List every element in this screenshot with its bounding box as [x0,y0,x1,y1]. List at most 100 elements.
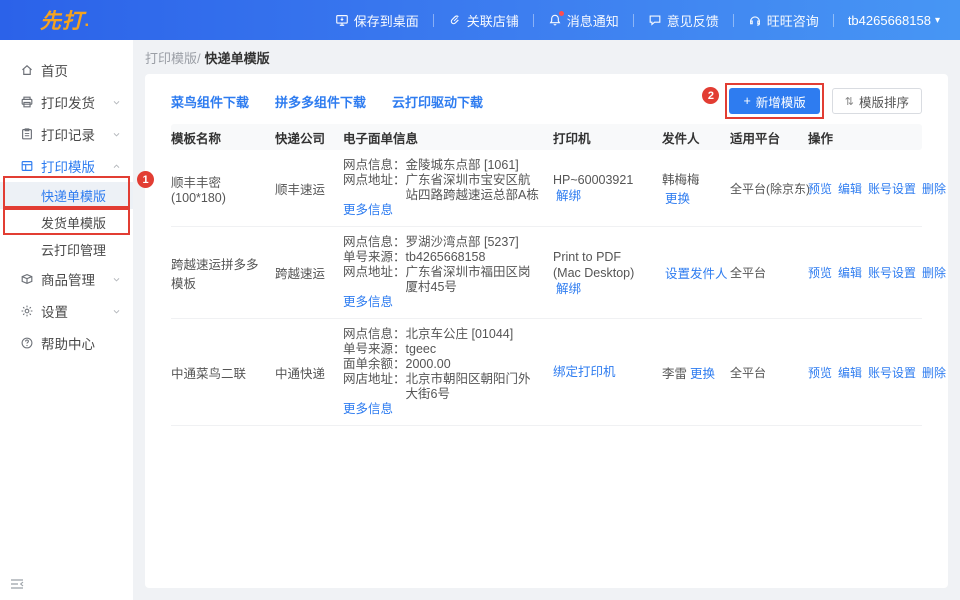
printer-name: Print to PDF (Mac Desktop) [553,250,634,280]
link-shop-label: 关联店铺 [467,11,519,30]
account-settings-link[interactable]: 账号设置 [868,180,916,197]
sidebar-item-settings[interactable]: 设置 [0,295,133,327]
more-info-link[interactable]: 更多信息 [343,295,393,309]
waybill-label: 单号来源： [343,342,406,357]
change-sender-link[interactable]: 更换 [665,192,690,206]
feedback-label: 意见反馈 [667,11,719,30]
col-actions: 操作 [808,128,922,147]
sidebar-item-print-records[interactable]: 打印记录 [0,118,133,150]
sort-templates-label: 模版排序 [859,92,909,111]
waybill-value: 广东省深圳市福田区岗厦村45号 [406,265,543,295]
waybill-value: 北京市朝阳区朝阳门外大街6号 [406,372,543,402]
sidebar-label-home: 首页 [41,60,123,80]
breadcrumb: 打印模版/ 快递单模版 [145,40,948,74]
actions-cell: 预览 编辑 账号设置 删除 [808,364,922,381]
sidebar-label-express-template: 快递单模版 [41,186,106,205]
set-sender-link[interactable]: 设置发件人 [665,267,728,281]
delete-link[interactable]: 删除 [922,364,946,381]
sidebar-item-print-ship[interactable]: 打印发货 [0,86,133,118]
bind-printer-link[interactable]: 绑定打印机 [553,365,616,379]
cloud-print-driver-link[interactable]: 云打印驱动下载 [392,92,483,111]
app-logo[interactable]: 先打 ▪ [40,5,90,35]
platform-cell: 全平台 [730,364,808,381]
waybill-label: 网点信息： [343,158,406,173]
sidebar-item-cloud-print[interactable]: 云打印管理 [0,236,133,263]
waybill-label: 网点信息： [343,327,406,342]
table-row: 跨越速运拼多多模板 跨越速运 网点信息：罗湖沙湾点部 [5237] 单号来源：t… [171,227,922,319]
topbar: 先打 ▪ 保存到桌面 关联店铺 消息通知 [0,0,960,40]
preview-link[interactable]: 预览 [808,180,832,197]
cainiao-component-link[interactable]: 菜鸟组件下载 [171,92,249,111]
col-platform: 适用平台 [730,128,808,147]
plus-icon: + [743,94,750,108]
sidebar-item-express-template[interactable]: 快递单模版 [0,182,133,209]
waybill-value: 罗湖沙湾点部 [5237] [406,235,519,250]
sidebar-label-shipping-template: 发货单模版 [41,213,106,232]
add-template-button[interactable]: + 新增模版 [729,88,819,114]
waybill-value: tb4265668158 [406,250,486,265]
collapse-sidebar-icon[interactable] [9,576,25,592]
table-header-row: 模板名称 快递公司 电子面单信息 打印机 发件人 适用平台 操作 [171,124,922,150]
platform-cell: 全平台 [730,264,808,281]
logo-mark-icon: ▪ [85,20,90,31]
chevron-up-icon [112,159,121,174]
actions-cell: 预览 编辑 账号设置 删除 [808,264,922,281]
edit-link[interactable]: 编辑 [838,364,862,381]
headset-icon [748,13,762,27]
sender-name: 韩梅梅 [662,173,700,187]
toolbar-buttons: + 新增模版 2 ⇅ 模版排序 [729,88,922,114]
preview-link[interactable]: 预览 [808,264,832,281]
save-to-desktop-button[interactable]: 保存到桌面 [321,11,433,30]
col-waybill-info: 电子面单信息 [343,128,553,147]
sidebar-item-home[interactable]: 首页 [0,54,133,86]
waybill-info: 网点信息：罗湖沙湾点部 [5237] 单号来源：tb4265668158 网点地… [343,227,553,318]
unbind-printer-link[interactable]: 解绑 [556,189,581,203]
gear-icon [20,304,34,318]
waybill-value: 北京车公庄 [01044] [406,327,514,342]
change-sender-link[interactable]: 更换 [690,367,715,381]
edit-link[interactable]: 编辑 [838,180,862,197]
more-info-link[interactable]: 更多信息 [343,203,393,217]
preview-link[interactable]: 预览 [808,364,832,381]
waybill-value: 金陵城东点部 [1061] [406,158,519,173]
link-shop-button[interactable]: 关联店铺 [434,11,533,30]
pinduoduo-component-link[interactable]: 拼多多组件下载 [275,92,366,111]
notifications-button[interactable]: 消息通知 [534,11,633,30]
edit-link[interactable]: 编辑 [838,264,862,281]
sidebar-item-goods[interactable]: 商品管理 [0,263,133,295]
waybill-info: 网点信息：金陵城东点部 [1061] 网点地址：广东省深圳市宝安区航站四路跨越速… [343,150,553,226]
sidebar-item-help[interactable]: 帮助中心 [0,327,133,359]
table-row: 顺丰丰密(100*180) 顺丰速运 网点信息：金陵城东点部 [1061] 网点… [171,150,922,227]
printer-name: HP~60003921 [553,173,633,187]
wangwang-label: 旺旺咨询 [767,11,819,30]
account-name: tb4265668158 [848,13,931,28]
wangwang-consult-button[interactable]: 旺旺咨询 [734,11,833,30]
delete-link[interactable]: 删除 [922,264,946,281]
col-printer: 打印机 [553,128,662,147]
sidebar-item-print-templates[interactable]: 打印模版 [0,150,133,182]
feedback-button[interactable]: 意见反馈 [634,11,733,30]
sidebar-item-shipping-template[interactable]: 发货单模版 [0,209,133,236]
waybill-info: 网点信息：北京车公庄 [01044] 单号来源：tgeec 面单余额：2000.… [343,319,553,425]
breadcrumb-parent[interactable]: 打印模版/ [145,48,201,67]
template-icon [20,159,34,173]
more-info-link[interactable]: 更多信息 [343,402,393,416]
waybill-label: 网点地址： [343,265,406,295]
waybill-label: 网点地址： [343,173,406,203]
waybill-value: 广东省深圳市宝安区航站四路跨越速运总部A栋 [406,173,543,203]
table-row: 中通菜鸟二联 中通快递 网点信息：北京车公庄 [01044] 单号来源：tgee… [171,319,922,426]
waybill-label: 面单余额： [343,357,406,372]
delete-link[interactable]: 删除 [922,180,946,197]
account-settings-link[interactable]: 账号设置 [868,364,916,381]
unbind-printer-link[interactable]: 解绑 [556,282,581,296]
help-icon [20,336,34,350]
account-settings-link[interactable]: 账号设置 [868,264,916,281]
chevron-down-icon [112,127,121,142]
printer-cell: Print to PDF (Mac Desktop) 解绑 [553,249,662,297]
account-menu[interactable]: tb4265668158 ▾ [834,13,940,28]
chevron-down-icon [112,304,121,319]
sort-templates-button[interactable]: ⇅ 模版排序 [832,88,922,114]
waybill-value: 2000.00 [406,357,451,372]
sort-icon: ⇅ [845,95,854,108]
chevron-down-icon [112,272,121,287]
